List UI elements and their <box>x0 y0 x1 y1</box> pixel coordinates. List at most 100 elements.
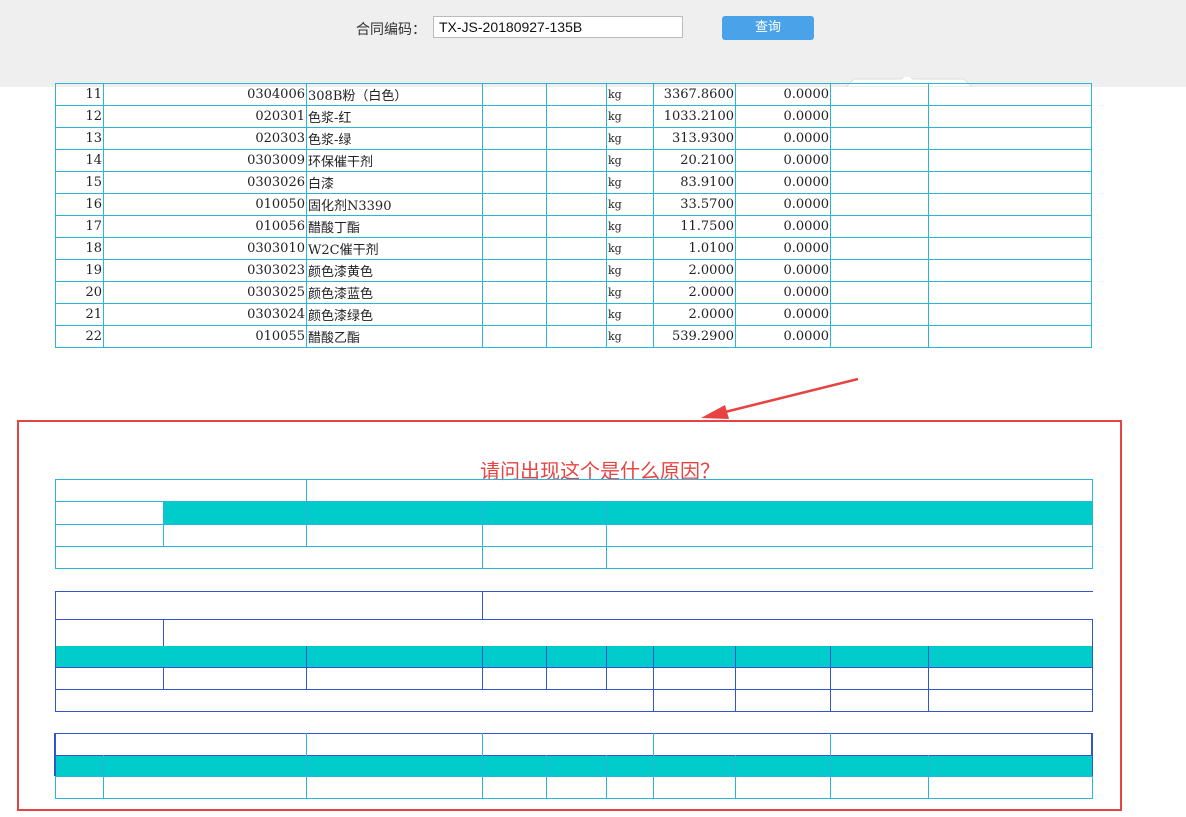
material-name: 醋酸丁酯 <box>306 215 483 238</box>
table-row: 11 0304006 308B粉（白色） kg 3367.8600 0.0000 <box>55 83 1092 106</box>
material-code: 0303025 <box>103 281 307 304</box>
empty-cell <box>546 193 607 216</box>
amount: 0.0000 <box>735 325 831 348</box>
row-number: 14 <box>55 149 104 172</box>
quantity: 33.5700 <box>653 193 736 216</box>
empty-cell <box>482 193 547 216</box>
table-row: 18 0303010 W2C催干剂 kg 1.0100 0.0000 <box>55 237 1092 260</box>
empty-cell <box>546 215 607 238</box>
amount: 0.0000 <box>735 193 831 216</box>
unit: kg <box>606 281 654 304</box>
empty-cell <box>830 237 929 260</box>
empty-cell <box>546 105 607 128</box>
material-name: 颜色漆绿色 <box>306 303 483 326</box>
quantity: 2.0000 <box>653 259 736 282</box>
unit: kg <box>606 105 654 128</box>
amount: 0.0000 <box>735 105 831 128</box>
quantity: 1.0100 <box>653 237 736 260</box>
empty-cell <box>482 325 547 348</box>
query-button[interactable]: 查询 <box>722 16 814 40</box>
empty-cell <box>928 281 1092 304</box>
unit: kg <box>606 171 654 194</box>
empty-cell <box>830 149 929 172</box>
quantity: 313.9300 <box>653 127 736 150</box>
empty-cell <box>928 237 1092 260</box>
unit: kg <box>606 127 654 150</box>
empty-cell <box>830 303 929 326</box>
table-row: 13 020303 色浆-绿 kg 313.9300 0.0000 <box>55 127 1092 150</box>
quantity: 539.2900 <box>653 325 736 348</box>
row-number: 12 <box>55 105 104 128</box>
quantity: 2.0000 <box>653 281 736 304</box>
table-row: 20 0303025 颜色漆蓝色 kg 2.0000 0.0000 <box>55 281 1092 304</box>
row-number: 18 <box>55 237 104 260</box>
material-name: 颜色漆蓝色 <box>306 281 483 304</box>
empty-cell <box>482 83 547 106</box>
empty-cell <box>830 215 929 238</box>
material-table: 11 0304006 308B粉（白色） kg 3367.8600 0.0000 12 020… <box>55 83 1092 348</box>
amount: 0.0000 <box>735 259 831 282</box>
contract-code-input[interactable] <box>433 16 683 38</box>
unit: kg <box>606 83 654 106</box>
table-row: 17 010056 醋酸丁酯 kg 11.7500 0.0000 <box>55 215 1092 238</box>
empty-cell <box>830 325 929 348</box>
empty-cell <box>482 303 547 326</box>
empty-cell <box>830 193 929 216</box>
empty-cell <box>546 149 607 172</box>
row-number: 16 <box>55 193 104 216</box>
row-number: 13 <box>55 127 104 150</box>
material-name: 环保催干剂 <box>306 149 483 172</box>
empty-cell <box>928 259 1092 282</box>
empty-cell <box>928 325 1092 348</box>
material-name: 308B粉（白色） <box>306 83 483 106</box>
row-number: 19 <box>55 259 104 282</box>
amount: 0.0000 <box>735 281 831 304</box>
empty-cell <box>482 215 547 238</box>
material-name: W2C催干剂 <box>306 237 483 260</box>
quantity: 3367.8600 <box>653 83 736 106</box>
amount: 0.0000 <box>735 127 831 150</box>
material-name: 颜色漆黄色 <box>306 259 483 282</box>
empty-cell <box>928 105 1092 128</box>
quantity: 11.7500 <box>653 215 736 238</box>
row-number: 11 <box>55 83 104 106</box>
empty-cell <box>482 237 547 260</box>
unit: kg <box>606 193 654 216</box>
material-name: 白漆 <box>306 171 483 194</box>
empty-cell <box>928 171 1092 194</box>
empty-cell <box>546 281 607 304</box>
quantity: 20.2100 <box>653 149 736 172</box>
material-code: 0304006 <box>103 83 307 106</box>
material-code: 0303023 <box>103 259 307 282</box>
empty-cell <box>830 171 929 194</box>
material-code: 020303 <box>103 127 307 150</box>
empty-cell <box>928 303 1092 326</box>
row-number: 17 <box>55 215 104 238</box>
material-code: 010056 <box>103 215 307 238</box>
material-code: 0303026 <box>103 171 307 194</box>
empty-cell <box>928 215 1092 238</box>
amount: 0.0000 <box>735 303 831 326</box>
material-name: 醋酸乙酯 <box>306 325 483 348</box>
quantity: 83.9100 <box>653 171 736 194</box>
empty-cell <box>482 259 547 282</box>
empty-cell <box>546 83 607 106</box>
empty-cell <box>928 149 1092 172</box>
table-row: 22 010055 醋酸乙酯 kg 539.2900 0.0000 <box>55 325 1092 348</box>
quantity: 2.0000 <box>653 303 736 326</box>
material-name: 色浆-红 <box>306 105 483 128</box>
empty-cell <box>928 83 1092 106</box>
contract-code-label: 合同编码： <box>356 22 426 38</box>
unit: kg <box>606 237 654 260</box>
empty-cell <box>830 259 929 282</box>
empty-cell <box>830 281 929 304</box>
empty-cell <box>928 193 1092 216</box>
amount: 0.0000 <box>735 171 831 194</box>
empty-cell <box>546 237 607 260</box>
query-bar: 合同编码： 查询 <box>0 0 1186 87</box>
empty-cell <box>830 83 929 106</box>
empty-cell <box>482 105 547 128</box>
table-row: 16 010050 固化剂N3390 kg 33.5700 0.0000 <box>55 193 1092 216</box>
material-code: 0303024 <box>103 303 307 326</box>
unit: kg <box>606 303 654 326</box>
